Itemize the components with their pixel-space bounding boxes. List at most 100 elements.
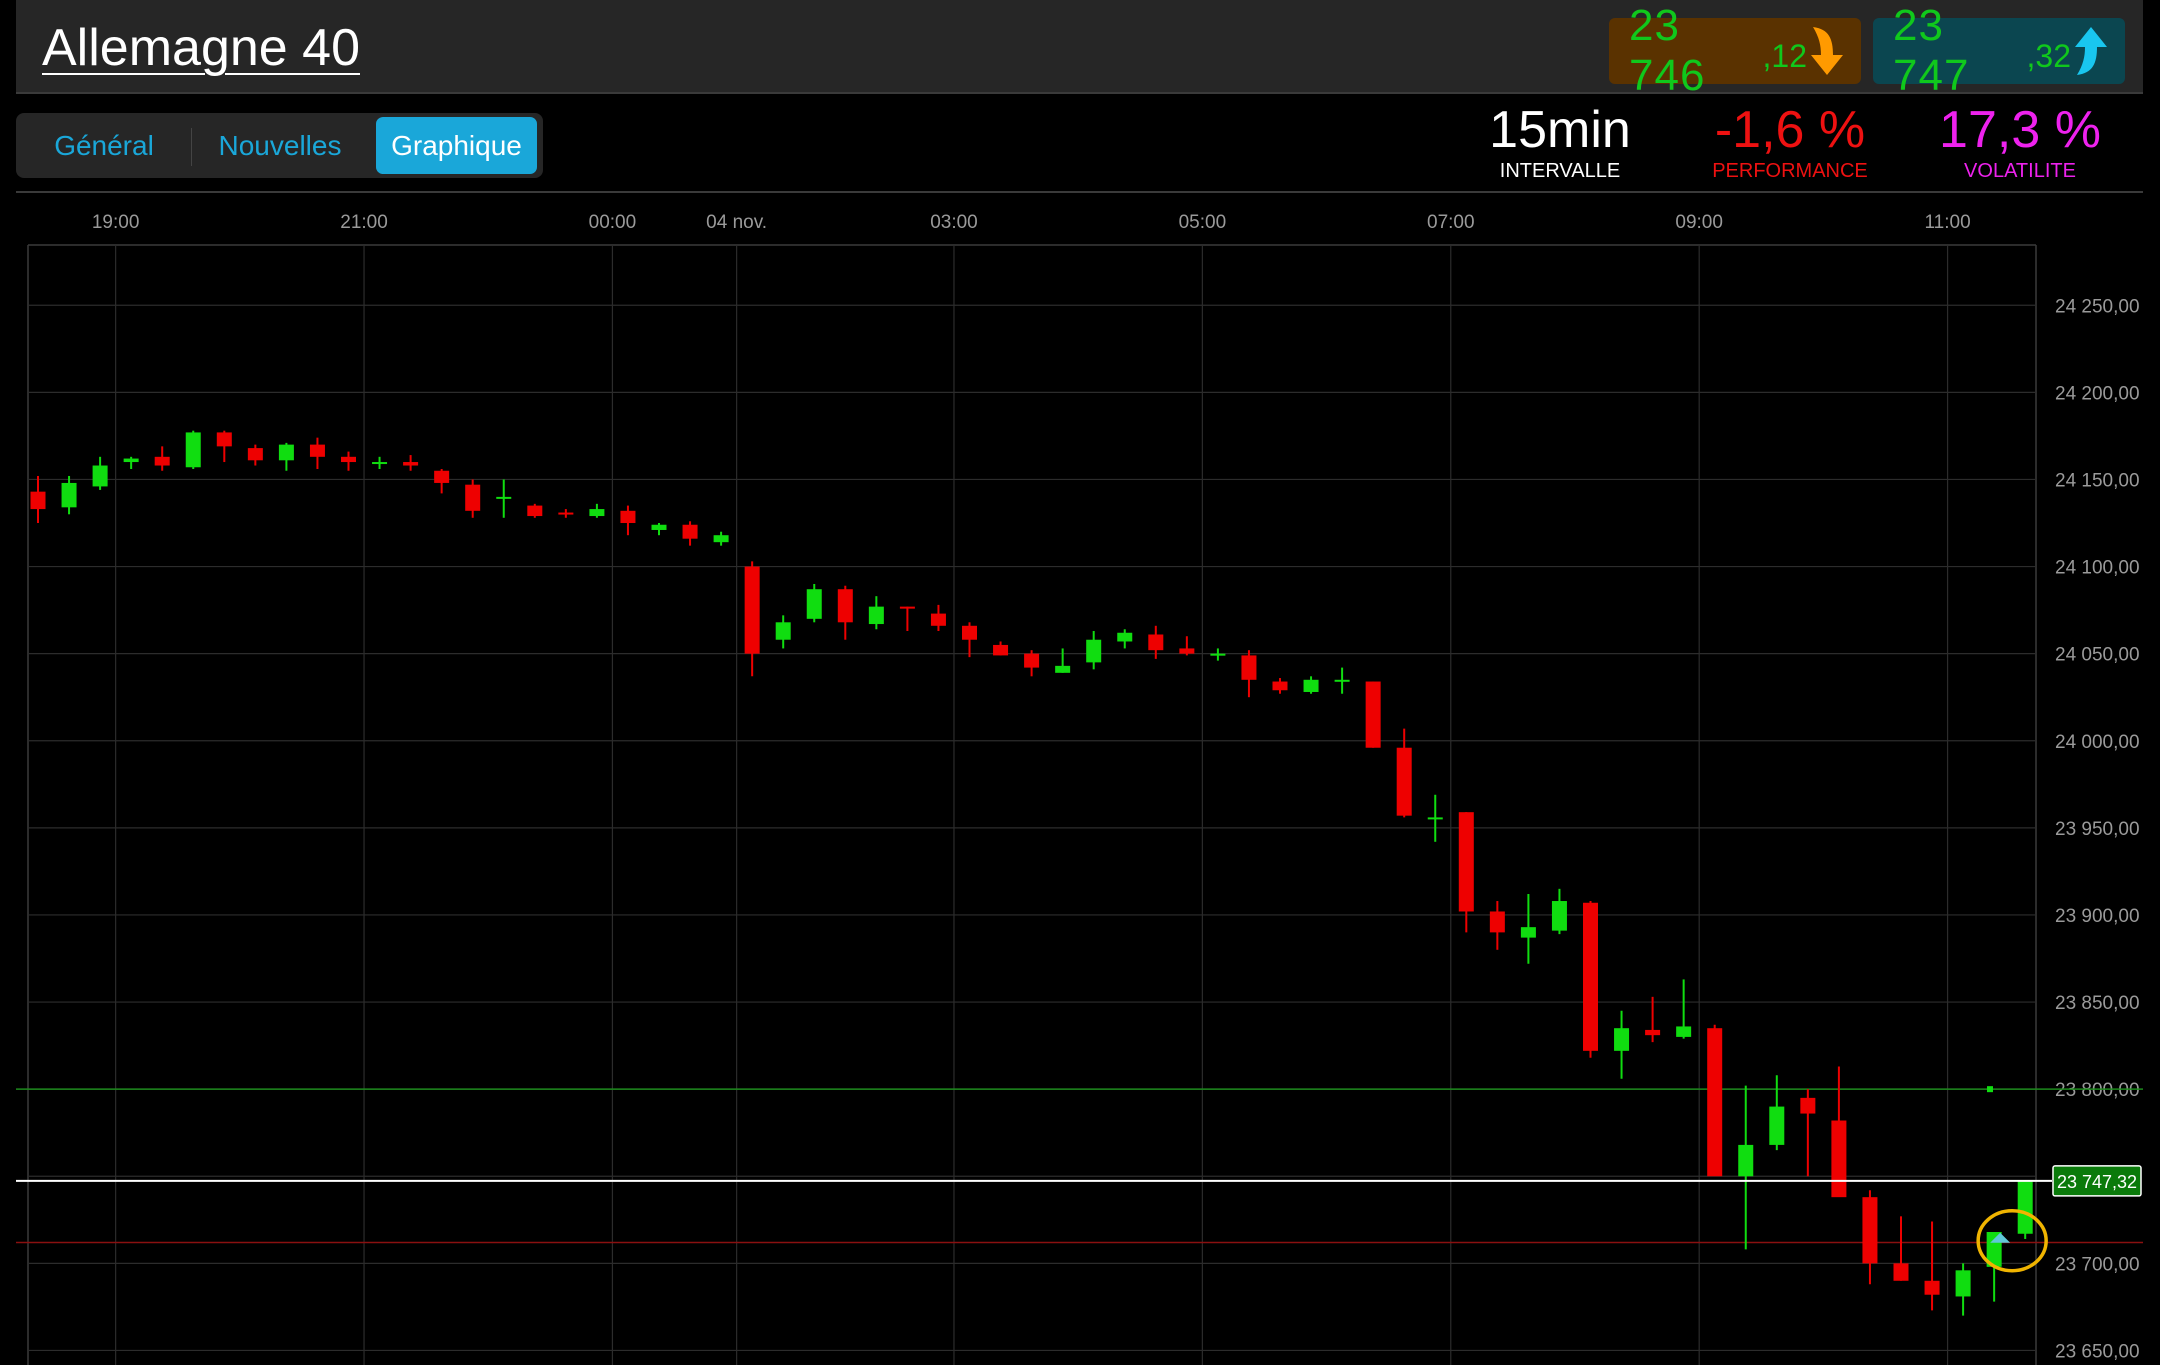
candle-body-up: [1210, 653, 1226, 656]
candle-body-up: [713, 535, 729, 543]
x-tick-label: 19:00: [92, 212, 140, 233]
candle-body-up: [92, 465, 108, 487]
green-level-marker: [1987, 1086, 1993, 1093]
candle-body-down: [1583, 902, 1598, 1051]
instrument-title[interactable]: Allemagne 40: [42, 18, 360, 78]
candle-body-down: [1458, 812, 1474, 912]
tab-separator: [191, 128, 192, 166]
candle-body-down: [341, 456, 356, 463]
arrow-down-orange-icon: [1807, 25, 1847, 77]
candle-body-up: [278, 444, 294, 461]
sell-price-button[interactable]: 23 746 ,12: [1609, 1, 1861, 100]
candle-body-down: [1893, 1263, 1909, 1281]
candle-body-up: [868, 606, 884, 625]
candle-body-down: [558, 512, 574, 515]
candle-body-down: [434, 470, 450, 483]
candle-body-up: [1551, 901, 1567, 931]
performance-value: -1,6 %: [1714, 101, 1866, 159]
candle-body-down: [1645, 1029, 1661, 1036]
candle-body-up: [1334, 679, 1350, 682]
candle-body-up: [1086, 639, 1102, 663]
candle-body-down: [1241, 655, 1257, 680]
current-price-label: 23 747,32: [2057, 1172, 2137, 1192]
header-bar: Allemagne 40 23 746 ,12 23 747 ,32: [16, 0, 2143, 100]
x-tick-label: 04 nov.: [706, 212, 767, 233]
candle-body-up: [806, 589, 822, 619]
candle-body-up: [372, 462, 388, 465]
candle-body-down: [465, 484, 481, 511]
candle-body-down: [837, 589, 853, 623]
candle-body-down: [930, 613, 946, 626]
candle-body-down: [1489, 911, 1505, 933]
candle-body-down: [1272, 681, 1288, 691]
candle-body-down: [1800, 1097, 1816, 1114]
candle-body-up: [1117, 632, 1133, 642]
y-tick-label: 24 150,00: [2055, 470, 2140, 491]
candle-body-up: [1676, 1026, 1692, 1037]
candle-body-down: [216, 432, 232, 447]
candle-body-down: [1396, 747, 1412, 816]
candle-body-down: [1924, 1280, 1940, 1295]
candle-body-down: [403, 462, 419, 466]
candle-body-down: [1831, 1120, 1847, 1198]
candle-body-down: [1148, 634, 1164, 651]
candle-body-up: [2017, 1181, 2033, 1234]
candle-body-down: [1365, 681, 1381, 748]
candle-body-down: [1862, 1197, 1878, 1264]
candle-body-down: [309, 444, 325, 457]
candle-body-up: [185, 432, 201, 468]
buy-price-button[interactable]: 23 747 ,32: [1873, 1, 2125, 100]
sell-price-main: 23 746: [1629, 1, 1706, 100]
tab-news[interactable]: Nouvelles: [200, 117, 360, 174]
buy-price-decimals: ,32: [2026, 37, 2071, 74]
tab-chart[interactable]: Graphique: [376, 117, 537, 174]
candle-body-up: [123, 458, 139, 463]
performance-stat: -1,6 % PERFORMANCE: [1700, 102, 1880, 183]
x-tick-label: 11:00: [1925, 212, 1971, 233]
y-tick-label: 24 000,00: [2055, 732, 2140, 753]
candlestick-chart[interactable]: 23 650,0023 700,0023 750,0023 800,0023 8…: [0, 195, 2160, 1365]
candle-body-down: [993, 644, 1009, 656]
candle-body-down: [899, 606, 915, 609]
candle-body-down: [30, 491, 46, 510]
x-tick-label: 03:00: [930, 212, 978, 233]
interval-label: INTERVALLE: [1499, 160, 1621, 182]
tab-general[interactable]: Général: [24, 117, 184, 174]
performance-label: PERFORMANCE: [1712, 160, 1868, 182]
y-tick-label: 23 700,00: [2055, 1254, 2140, 1275]
candle-body-up: [61, 482, 77, 508]
candle-body-down: [682, 524, 698, 539]
tab-bar: Général Nouvelles Graphique: [16, 113, 543, 178]
buy-price-main: 23 747: [1893, 1, 1970, 100]
y-tick-label: 24 200,00: [2055, 383, 2140, 404]
x-tick-label: 00:00: [589, 212, 637, 233]
candle-body-down: [247, 448, 263, 461]
candle-body-down: [154, 456, 170, 466]
x-tick-label: 09:00: [1675, 212, 1723, 233]
interval-stat[interactable]: 15min INTERVALLE: [1480, 102, 1640, 183]
sell-price-decimals: ,12: [1762, 37, 1807, 74]
y-tick-label: 24 050,00: [2055, 645, 2140, 666]
y-tick-label: 23 850,00: [2055, 993, 2140, 1014]
interval-value: 15min: [1489, 101, 1631, 159]
candle-body-up: [1427, 817, 1443, 820]
candle-body-down: [527, 505, 543, 517]
y-tick-label: 23 650,00: [2055, 1341, 2140, 1362]
candle-body-down: [620, 510, 636, 524]
volatility-label: VOLATILITE: [1964, 160, 2076, 182]
y-tick-label: 23 950,00: [2055, 819, 2140, 840]
volatility-value: 17,3 %: [1939, 101, 2101, 159]
candle-body-up: [1303, 679, 1319, 692]
x-tick-label: 21:00: [340, 212, 388, 233]
y-tick-label: 23 800,00: [2055, 1080, 2140, 1101]
candle-body-up: [1769, 1106, 1785, 1145]
candle-body-up: [775, 622, 791, 640]
arrow-up-cyan-icon: [2071, 25, 2111, 77]
candle-body-down: [1179, 648, 1195, 654]
candle-body-up: [1738, 1144, 1754, 1177]
volatility-stat: 17,3 % VOLATILITE: [1930, 102, 2110, 183]
y-tick-label: 24 250,00: [2055, 296, 2140, 317]
candle-body-down: [1024, 653, 1040, 668]
y-tick-label: 24 100,00: [2055, 558, 2140, 579]
x-tick-label: 05:00: [1179, 212, 1227, 233]
